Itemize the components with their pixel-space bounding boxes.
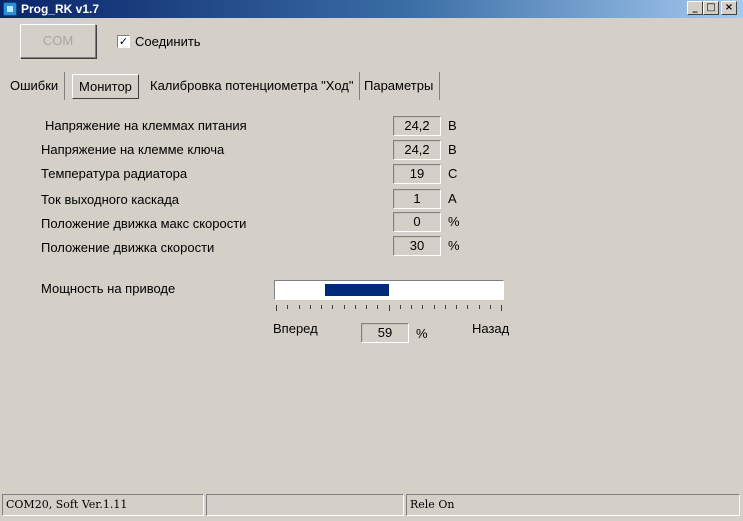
backward-label: Назад	[472, 321, 510, 336]
supply-voltage-unit: В	[448, 118, 457, 133]
drive-power-gauge	[274, 280, 504, 300]
connect-label[interactable]: Соединить	[135, 34, 201, 49]
radiator-temp-value: 19	[393, 164, 441, 184]
gauge-tick	[366, 305, 367, 309]
speed-slider-unit: %	[448, 238, 460, 253]
gauge-tick	[299, 305, 300, 309]
output-current-value: 1	[393, 189, 441, 209]
maximize-button[interactable]: □	[703, 1, 719, 15]
gauge-ticks	[276, 305, 502, 313]
title-bar: Prog_RK v1.7 _ □ ×	[0, 0, 743, 18]
status-bar: COM20, Soft Ver.1.11 Rele On	[0, 492, 743, 521]
gauge-tick	[310, 305, 311, 309]
radiator-temp-label: Температура радиатора	[41, 166, 188, 181]
max-speed-slider-unit: %	[448, 214, 460, 229]
gauge-tick	[479, 305, 480, 309]
gauge-tick	[456, 305, 457, 309]
drive-power-value: 59	[361, 323, 409, 343]
tab-bar: Ошибки Монитор Калибровка потенциометра …	[0, 70, 743, 102]
key-voltage-label: Напряжение на клемме ключа	[41, 142, 225, 157]
app-icon	[3, 2, 17, 16]
gauge-tick	[344, 305, 345, 309]
forward-label: Вперед	[273, 321, 318, 336]
gauge-tick	[321, 305, 322, 309]
drive-power-label: Мощность на приводе	[41, 281, 176, 296]
gauge-tick	[400, 305, 401, 309]
gauge-tick	[276, 305, 277, 311]
gauge-tick	[501, 305, 502, 311]
key-voltage-unit: В	[448, 142, 457, 157]
drive-power-unit: %	[416, 326, 428, 341]
window-title: Prog_RK v1.7	[21, 2, 100, 16]
output-current-unit: А	[448, 191, 457, 206]
gauge-tick	[422, 305, 423, 309]
radiator-temp-unit: С	[448, 166, 458, 181]
tab-parameters[interactable]: Параметры	[358, 72, 441, 100]
gauge-tick	[411, 305, 412, 309]
gauge-tick	[434, 305, 435, 309]
connect-checkbox[interactable]: ✓	[117, 35, 130, 48]
status-panel-middle	[206, 494, 404, 516]
gauge-tick	[377, 305, 378, 309]
gauge-tick	[355, 305, 356, 309]
status-panel-relay: Rele On	[406, 494, 740, 516]
supply-voltage-label: Напряжение на клеммах питания	[45, 118, 247, 133]
tab-monitor[interactable]: Монитор	[72, 74, 139, 99]
gauge-tick	[287, 305, 288, 309]
supply-voltage-value: 24,2	[393, 116, 441, 136]
gauge-tick	[332, 305, 333, 309]
tab-errors[interactable]: Ошибки	[4, 72, 66, 100]
speed-slider-value: 30	[393, 236, 441, 256]
output-current-label: Ток выходного каскада	[41, 192, 180, 207]
max-speed-slider-value: 0	[393, 212, 441, 232]
close-button[interactable]: ×	[721, 1, 737, 15]
gauge-tick	[389, 305, 390, 311]
status-panel-port: COM20, Soft Ver.1.11	[2, 494, 204, 516]
gauge-tick	[445, 305, 446, 309]
gauge-tick	[467, 305, 468, 309]
gauge-tick	[490, 305, 491, 309]
speed-slider-label: Положение движка скорости	[41, 240, 215, 255]
drive-power-gauge-fill	[325, 284, 389, 296]
minimize-button[interactable]: _	[687, 1, 703, 15]
tab-calibration[interactable]: Калибровка потенциометра "Ход"	[144, 72, 361, 100]
com-button[interactable]: COM	[20, 24, 96, 58]
max-speed-slider-label: Положение движка макс скорости	[41, 216, 247, 231]
key-voltage-value: 24,2	[393, 140, 441, 160]
